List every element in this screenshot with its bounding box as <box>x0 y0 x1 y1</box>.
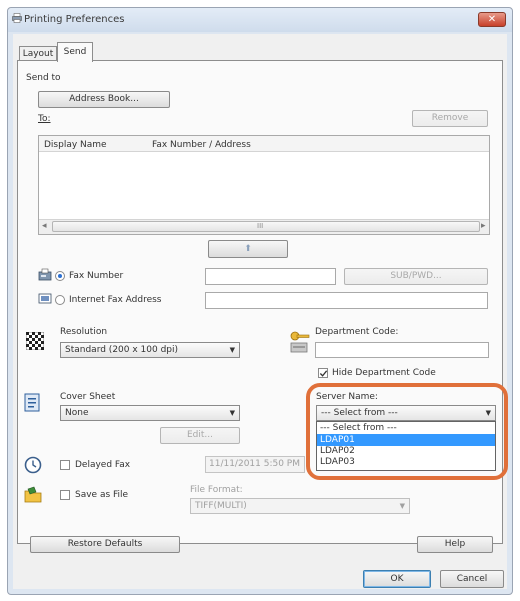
save-as-file-checkbox[interactable] <box>60 490 70 500</box>
address-book-button[interactable]: Address Book... <box>38 91 170 108</box>
resolution-label: Resolution <box>60 327 108 337</box>
fax-number-radio[interactable] <box>55 271 65 281</box>
hide-department-code-label: Hide Department Code <box>332 368 436 378</box>
save-folder-icon <box>24 486 42 503</box>
cover-sheet-icon <box>24 393 40 412</box>
fax-machine-icon <box>38 268 52 281</box>
fax-number-input[interactable] <box>205 268 336 285</box>
delayed-fax-label: Delayed Fax <box>75 460 131 470</box>
checkmark-icon <box>319 370 328 377</box>
delayed-fax-datetime[interactable]: 11/11/2011 5:50 PM <box>205 456 305 473</box>
cover-sheet-edit-button[interactable]: Edit... <box>160 427 240 444</box>
ok-button[interactable]: OK <box>363 570 431 588</box>
send-to-label: Send to <box>26 73 61 83</box>
to-label: To: <box>38 114 51 124</box>
arrow-up-icon: ⬆ <box>244 244 252 254</box>
restore-defaults-button[interactable]: Restore Defaults <box>30 536 180 553</box>
save-as-file-label: Save as File <box>75 490 129 500</box>
scrollbar-thumb[interactable] <box>52 221 480 232</box>
fax-number-label: Fax Number <box>69 271 124 281</box>
file-format-select[interactable]: TIFF(MULTI) ▼ <box>190 498 410 514</box>
tab-send[interactable]: Send <box>57 42 93 62</box>
department-code-label: Department Code: <box>315 327 399 337</box>
window-title: Printing Preferences <box>24 14 125 25</box>
remove-button[interactable]: Remove <box>412 110 488 127</box>
checkerboard-icon <box>26 332 44 350</box>
dropdown-arrow-icon: ▼ <box>229 346 235 354</box>
dropdown-arrow-icon: ▼ <box>399 502 405 510</box>
department-code-input[interactable] <box>315 342 489 358</box>
hide-department-code-checkbox[interactable] <box>318 368 328 378</box>
dropdown-arrow-icon: ▼ <box>229 409 235 417</box>
cancel-button[interactable]: Cancel <box>440 570 504 588</box>
key-icon <box>290 331 310 353</box>
cover-sheet-label: Cover Sheet <box>60 392 116 402</box>
scroll-right-icon[interactable]: ▸ <box>481 221 486 231</box>
close-button[interactable]: ✕ <box>478 12 506 27</box>
column-fax-number[interactable]: Fax Number / Address <box>152 140 251 150</box>
delayed-fax-checkbox[interactable] <box>60 460 70 470</box>
resolution-select[interactable]: Standard (200 x 100 dpi) ▼ <box>60 342 240 358</box>
printer-icon <box>12 13 22 23</box>
add-recipient-button[interactable]: ⬆ <box>208 240 288 258</box>
internet-fax-icon <box>38 293 52 304</box>
cover-sheet-select[interactable]: None ▼ <box>60 405 240 421</box>
tab-layout[interactable]: Layout <box>19 46 57 61</box>
scroll-left-icon[interactable]: ◂ <box>42 221 47 231</box>
close-icon: ✕ <box>487 14 497 25</box>
highlight-callout <box>306 383 508 480</box>
file-format-label: File Format: <box>190 485 243 495</box>
internet-fax-radio[interactable] <box>55 295 65 305</box>
internet-fax-input[interactable] <box>205 292 488 309</box>
column-display-name[interactable]: Display Name <box>44 140 107 150</box>
internet-fax-label: Internet Fax Address <box>69 295 162 305</box>
help-button[interactable]: Help <box>417 536 493 553</box>
clock-icon <box>24 456 42 474</box>
scroll-grip-icon: III <box>257 222 264 230</box>
sub-pwd-button[interactable]: SUB/PWD... <box>344 268 488 285</box>
